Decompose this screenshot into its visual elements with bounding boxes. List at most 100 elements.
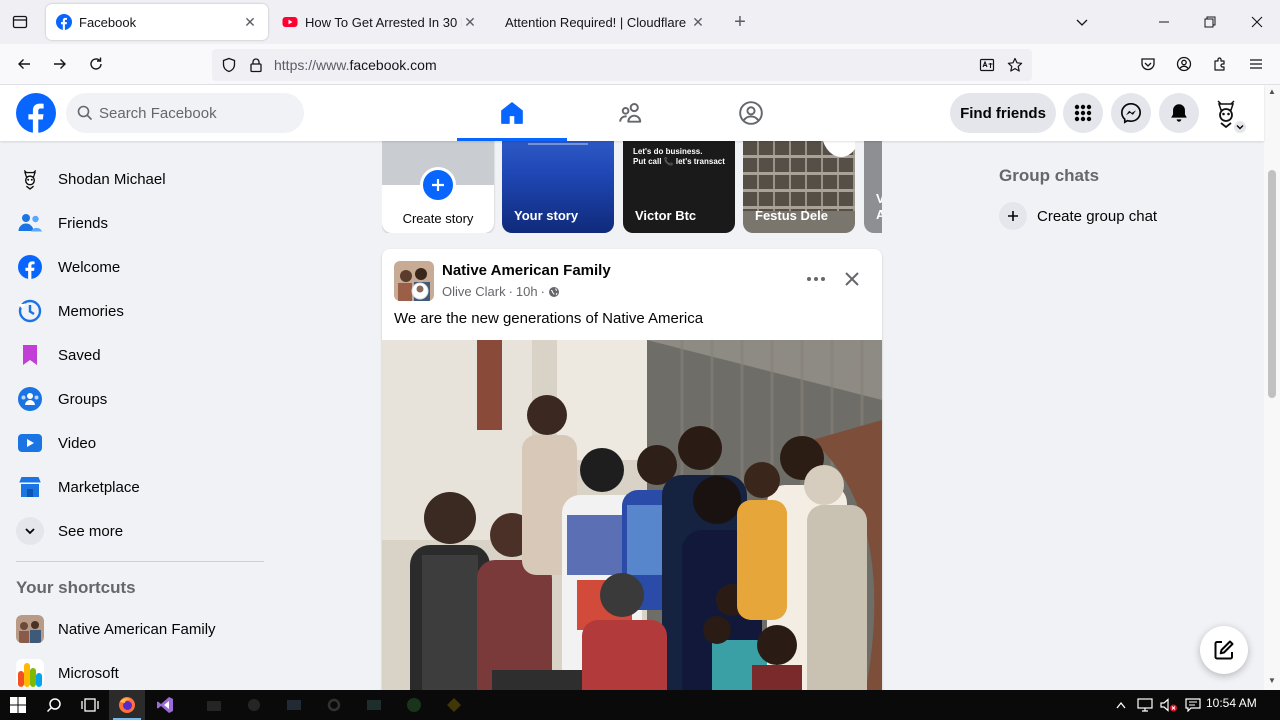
taskbar-settings-icon[interactable] [316,690,352,720]
plus-icon [420,167,456,203]
restore-icon[interactable] [1198,10,1222,34]
facebook-favicon-icon [56,14,72,30]
nav-profile[interactable] [696,85,806,141]
action-center-icon[interactable] [1184,690,1202,720]
post-options-icon[interactable] [802,265,830,293]
sidebar-item-groups[interactable]: Groups [8,377,272,421]
shortcut-item-microsoft[interactable]: Microsoft [8,651,272,690]
list-all-tabs-icon[interactable] [1070,10,1094,34]
sidebar-item-saved[interactable]: Saved [8,333,272,377]
sidebar-item-marketplace[interactable]: Marketplace [8,465,272,509]
menu-grid-button[interactable] [1063,93,1103,133]
nav-home[interactable] [457,85,567,141]
tab-facebook[interactable]: Facebook ✕ [46,4,268,40]
grid-icon [1074,104,1092,122]
facebook-logo-icon[interactable] [16,93,56,133]
close-tab-icon[interactable]: ✕ [242,14,258,30]
url-text[interactable]: https://www.facebook.com [274,57,437,73]
sidebar-item-memories[interactable]: Memories [8,289,272,333]
post-photo[interactable] [382,340,882,709]
pocket-icon[interactable] [1136,52,1160,76]
sidebar-item-video[interactable]: Video [8,421,272,465]
account-icon[interactable] [1172,52,1196,76]
close-tab-icon[interactable]: ✕ [462,14,478,30]
video-icon [16,429,44,457]
account-menu-chevron-icon[interactable] [1232,119,1248,135]
url-prefix: https://www. [274,57,350,73]
sidebar-divider [16,561,264,562]
new-tab-icon[interactable]: + [728,10,752,34]
create-story-card[interactable]: Create story [382,141,494,233]
search-box [66,93,304,133]
taskbar-firefox-icon[interactable] [109,690,145,720]
back-icon[interactable] [12,52,36,76]
start-button-icon[interactable] [0,690,36,720]
sidebar-item-welcome[interactable]: Welcome [8,245,272,289]
post-group-name[interactable]: Native American Family [442,262,611,279]
hide-post-close-icon[interactable] [838,265,866,293]
scroll-up-icon[interactable]: ▲ [1267,87,1277,97]
shortcut-label: Native American Family [58,620,216,638]
scrollbar-thumb[interactable] [1268,170,1276,398]
story-card[interactable]: V A [864,141,882,233]
create-group-chat-button[interactable]: Create group chat [999,200,1157,232]
sidebar-item-profile[interactable]: Shodan Michael [8,157,272,201]
sidebar-item-friends[interactable]: Friends [8,201,272,245]
find-friends-button[interactable]: Find friends [950,93,1056,133]
story-card[interactable]: Festus Dele [743,141,855,233]
taskbar-app-icon[interactable] [356,690,392,720]
task-view-icon[interactable] [72,690,108,720]
menu-icon[interactable] [1244,52,1268,76]
taskbar-search-icon[interactable] [36,690,72,720]
taskbar-app-icon[interactable] [396,690,432,720]
tab-youtube[interactable]: How To Get Arrested In 30 Minu ✕ [272,4,488,40]
sidebar-item-label: Shodan Michael [58,170,166,188]
taskbar-clock[interactable]: 10:54 AM [1206,696,1257,710]
close-window-icon[interactable] [1245,10,1269,34]
volume-muted-icon[interactable] [1160,690,1178,720]
close-tab-icon[interactable]: ✕ [690,14,706,30]
tab-list-icon[interactable] [8,10,32,34]
story-name: Victor Btc [635,208,697,223]
new-message-button[interactable] [1200,626,1248,674]
scroll-down-icon[interactable]: ▼ [1267,676,1277,686]
reload-icon[interactable] [84,52,108,76]
bookmark-star-icon[interactable] [1006,56,1024,74]
translate-icon[interactable] [978,56,996,74]
taskbar-app-icon[interactable] [436,690,472,720]
shortcut-thumb-wrap [16,615,44,643]
address-bar[interactable]: https://www.facebook.com [212,49,1032,81]
post-author[interactable]: Olive Clark [442,284,506,299]
tab-cloudflare[interactable]: Attention Required! | Cloudflare ✕ [494,4,716,40]
show-hidden-icons-icon[interactable] [1114,690,1128,720]
browser-nav-bar: https://www.facebook.com [0,44,1280,85]
extensions-icon[interactable] [1208,52,1232,76]
search-input[interactable] [99,93,294,133]
nav-friends[interactable] [576,85,686,141]
sidebar-item-see-more[interactable]: See more [8,509,272,553]
notifications-button[interactable] [1159,93,1199,133]
network-icon[interactable] [1136,690,1154,720]
lock-icon[interactable] [247,56,265,74]
messenger-button[interactable] [1111,93,1151,133]
forward-icon[interactable] [48,52,72,76]
taskbar-app-icon[interactable] [276,690,312,720]
shield-icon[interactable] [220,56,238,74]
sidebar-item-label: Marketplace [58,478,140,496]
story-card[interactable]: Let's do business. Put call 📞 let's tran… [623,141,735,233]
sidebar-item-label: Friends [58,214,109,232]
story-name: Your story [514,208,579,223]
story-card[interactable]: Your story [502,141,614,233]
sidebar-item-label: Groups [58,390,108,408]
minimize-icon[interactable] [1152,10,1176,34]
post-time[interactable]: 10h [516,284,538,299]
page-scrollbar[interactable]: ▲ ▼ [1264,85,1280,690]
group-avatar[interactable] [394,261,434,301]
taskbar-app-icon[interactable] [196,690,232,720]
left-sidebar: Shodan Michael Friends Welcome Memories … [0,141,280,690]
shortcut-item-native-american-family[interactable]: Native American Family [8,607,272,651]
taskbar-app-icon[interactable] [236,690,272,720]
tab-label: How To Get Arrested In 30 Minu [305,14,462,30]
taskbar-visual-studio-icon[interactable] [147,690,183,720]
bookmark-icon [16,341,44,369]
